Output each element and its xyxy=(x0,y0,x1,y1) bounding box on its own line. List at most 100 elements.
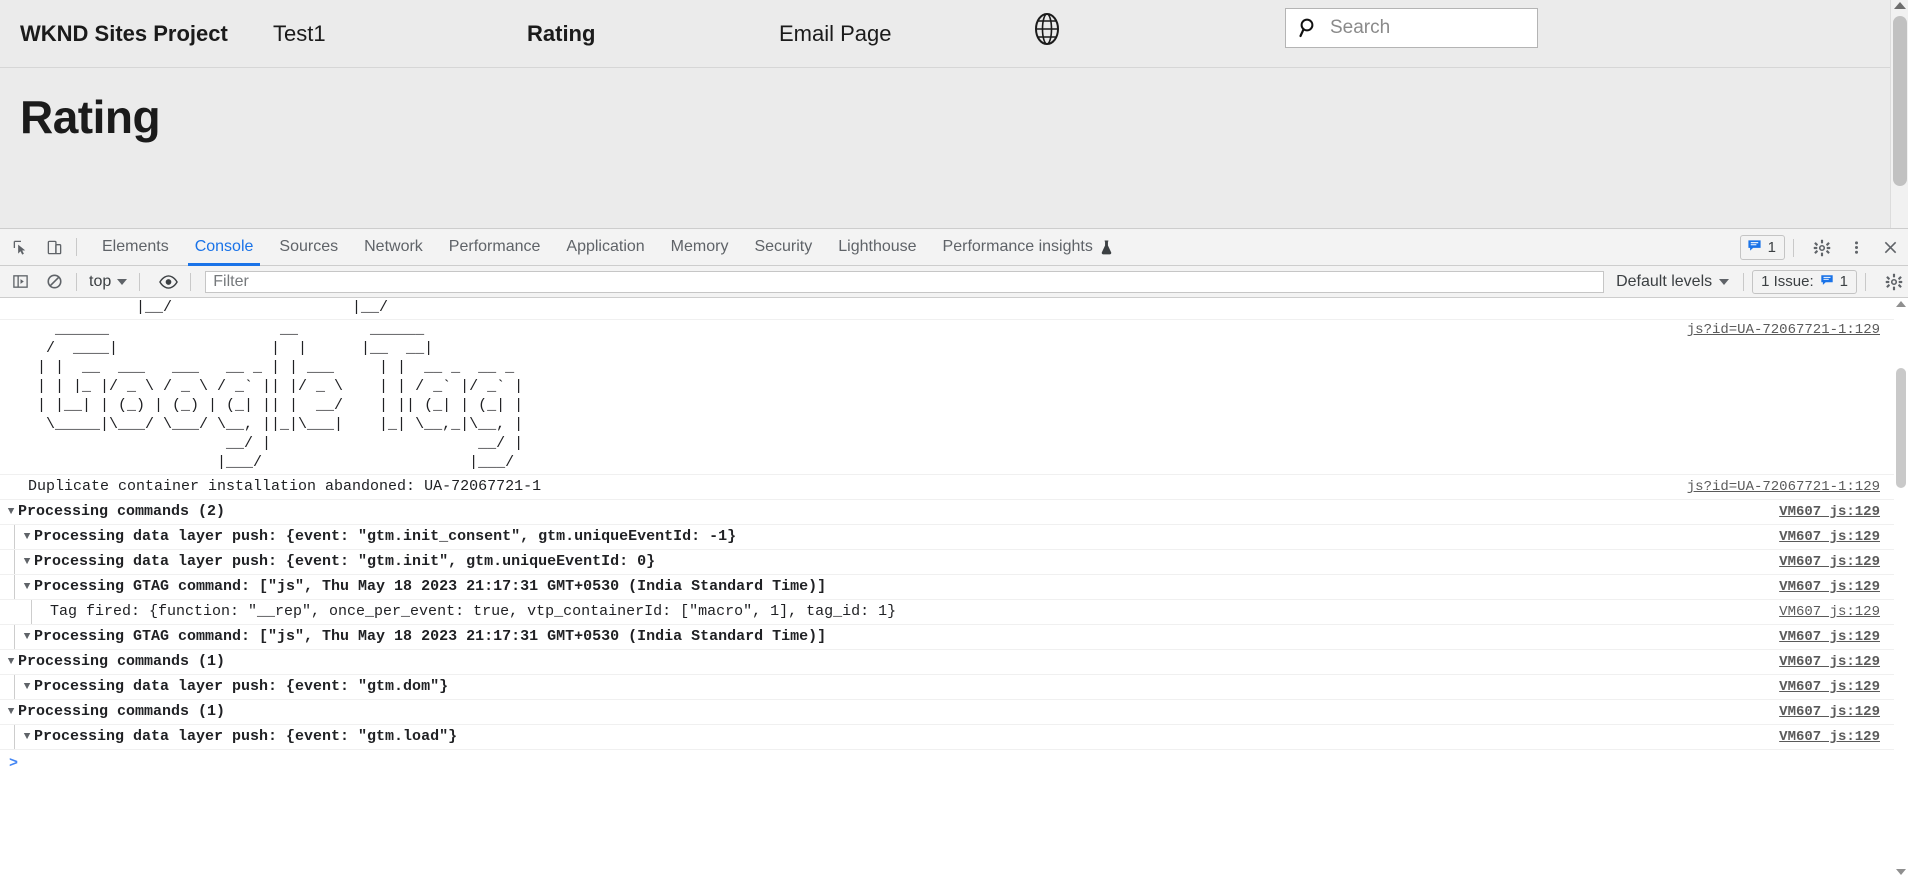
console-group-row[interactable]: ▼ Processing commands (1) VM607 js:129 xyxy=(0,650,1894,675)
ascii-continuation-text: |__/ |__/ xyxy=(28,299,389,316)
device-toolbar-icon[interactable] xyxy=(40,233,68,261)
console-group-row[interactable]: ▼ Processing commands (1) VM607 js:129 xyxy=(0,700,1894,725)
tab-elements[interactable]: Elements xyxy=(89,229,182,266)
issues-badge-button[interactable]: 1 xyxy=(1739,235,1785,260)
console-group-row[interactable]: ▼ Processing data layer push: {event: "g… xyxy=(0,525,1894,550)
site-search-box[interactable] xyxy=(1285,8,1538,48)
console-group-row[interactable]: ▼ Processing data layer push: {event: "g… xyxy=(0,675,1894,700)
console-toolbar-divider-4 xyxy=(1743,272,1745,291)
issues-message-icon xyxy=(1820,273,1834,291)
console-prompt-row[interactable]: > xyxy=(0,750,1894,776)
console-ascii-continuation-row: |__/ |__/ xyxy=(0,298,1894,320)
tab-performance-insights[interactable]: Performance insights xyxy=(930,229,1126,266)
disclosure-triangle-icon[interactable]: ▼ xyxy=(20,552,34,572)
search-icon xyxy=(1298,17,1320,39)
console-issues-button[interactable]: 1 Issue: 1 xyxy=(1752,269,1857,294)
devtools-tabbar-right: 1 xyxy=(1739,229,1904,266)
chevron-down-icon xyxy=(1719,278,1730,285)
console-context-selector[interactable]: top xyxy=(85,273,131,291)
page-scrollbar[interactable] xyxy=(1890,0,1908,228)
tab-console[interactable]: Console xyxy=(182,229,267,266)
disclosure-triangle-icon[interactable]: ▼ xyxy=(20,677,34,697)
tab-performance[interactable]: Performance xyxy=(436,229,554,266)
console-issues-label: 1 Issue: xyxy=(1761,273,1814,290)
console-settings-gear-icon[interactable] xyxy=(1880,268,1908,296)
disclosure-triangle-icon[interactable]: ▼ xyxy=(4,702,18,722)
inspect-element-icon[interactable] xyxy=(6,233,34,261)
console-group-row[interactable]: ▼ Processing GTAG command: ["js", Thu Ma… xyxy=(0,575,1894,600)
page-scrollbar-thumb[interactable] xyxy=(1893,16,1907,186)
nav-item-rating[interactable]: Rating xyxy=(527,21,595,47)
console-source-link[interactable]: js?id=UA-72067721-1:129 xyxy=(1687,322,1880,338)
group-indent-bar xyxy=(31,600,32,624)
page-scroll-up-arrow-icon[interactable] xyxy=(1894,2,1906,9)
tab-security[interactable]: Security xyxy=(741,229,825,266)
disclosure-triangle-icon[interactable]: ▼ xyxy=(20,727,34,747)
console-source-link[interactable]: VM607 js:129 xyxy=(1779,552,1880,572)
disclosure-triangle-icon[interactable]: ▼ xyxy=(20,577,34,597)
console-prompt-caret-icon: > xyxy=(9,754,19,772)
console-source-link[interactable]: VM607 js:129 xyxy=(1779,677,1880,697)
page-title: Rating xyxy=(20,91,161,143)
google-tag-ascii-art: ______ __ ______ / ____| | | |__ __| | |… xyxy=(37,321,524,471)
nav-item-wknd-sites-project[interactable]: WKND Sites Project xyxy=(20,21,228,47)
devtools-panel: Elements Console Sources Network Perform… xyxy=(0,228,1908,878)
group-indent-bar xyxy=(14,575,15,599)
console-source-link[interactable]: VM607 js:129 xyxy=(1779,727,1880,747)
nav-item-test1[interactable]: Test1 xyxy=(273,21,326,47)
clear-console-icon[interactable] xyxy=(40,268,68,296)
console-source-link[interactable]: VM607 js:129 xyxy=(1779,527,1880,547)
console-scroll-down-arrow-icon[interactable] xyxy=(1896,869,1906,875)
console-source-link[interactable]: VM607 js:129 xyxy=(1779,602,1880,622)
disclosure-triangle-icon[interactable]: ▼ xyxy=(20,627,34,647)
tab-application[interactable]: Application xyxy=(553,229,657,266)
console-scrollbar[interactable] xyxy=(1894,298,1908,878)
search-input[interactable] xyxy=(1330,17,1530,39)
live-expression-eye-icon[interactable] xyxy=(154,268,182,296)
console-scrollbar-thumb[interactable] xyxy=(1896,368,1906,488)
console-message-text: Processing commands (1) xyxy=(18,653,226,670)
console-group-row[interactable]: ▼ Processing data layer push: {event: "g… xyxy=(0,550,1894,575)
console-scroll-up-arrow-icon[interactable] xyxy=(1896,301,1906,307)
close-icon[interactable] xyxy=(1876,234,1904,262)
console-toolbar-divider-3 xyxy=(190,272,192,291)
console-source-link[interactable]: VM607 js:129 xyxy=(1779,627,1880,647)
console-source-link[interactable]: VM607 js:129 xyxy=(1779,577,1880,597)
nav-item-email-page[interactable]: Email Page xyxy=(779,21,892,47)
console-source-link[interactable]: js?id=UA-72067721-1:129 xyxy=(1687,477,1880,497)
globe-icon[interactable] xyxy=(1030,12,1064,46)
disclosure-triangle-icon[interactable]: ▼ xyxy=(20,527,34,547)
console-toolbar-divider-2 xyxy=(139,272,141,291)
group-indent-bar xyxy=(14,675,15,699)
console-message-row: Duplicate container installation abandon… xyxy=(0,475,1894,500)
tab-sources[interactable]: Sources xyxy=(266,229,351,266)
tab-lighthouse[interactable]: Lighthouse xyxy=(825,229,929,266)
console-message-text: Processing data layer push: {event: "gtm… xyxy=(34,553,656,570)
group-indent-bar xyxy=(14,550,15,574)
gear-icon[interactable] xyxy=(1808,234,1836,262)
console-source-link[interactable]: VM607 js:129 xyxy=(1779,702,1880,722)
disclosure-triangle-icon[interactable]: ▼ xyxy=(4,502,18,522)
console-sidebar-icon[interactable] xyxy=(6,268,34,296)
console-message-text: Processing data layer push: {event: "gtm… xyxy=(34,528,737,545)
tab-memory[interactable]: Memory xyxy=(658,229,742,266)
console-ascii-banner-row: ______ __ ______ / ____| | | |__ __| | |… xyxy=(0,320,1894,475)
console-group-row[interactable]: ▼ Processing commands (2) VM607 js:129 xyxy=(0,500,1894,525)
issues-badge-count: 1 xyxy=(1767,239,1776,256)
tab-network[interactable]: Network xyxy=(351,229,436,266)
console-toolbar-divider-5 xyxy=(1865,272,1866,291)
console-message-text: Processing data layer push: {event: "gtm… xyxy=(34,678,449,695)
console-toolbar-divider-1 xyxy=(76,272,77,291)
console-filter-input[interactable] xyxy=(205,270,1605,293)
group-indent-bar xyxy=(14,725,15,749)
console-group-row[interactable]: ▼ Processing GTAG command: ["js", Thu Ma… xyxy=(0,625,1894,650)
console-levels-selector[interactable]: Default levels xyxy=(1610,273,1735,291)
kebab-menu-icon[interactable] xyxy=(1842,234,1870,262)
console-message-text: Tag fired: {function: "__rep", once_per_… xyxy=(50,603,897,620)
issues-message-icon xyxy=(1747,238,1762,258)
console-source-link[interactable]: VM607 js:129 xyxy=(1779,652,1880,672)
console-group-row[interactable]: ▼ Processing data layer push: {event: "g… xyxy=(0,725,1894,750)
disclosure-triangle-icon[interactable]: ▼ xyxy=(4,652,18,672)
console-source-link[interactable]: VM607 js:129 xyxy=(1779,502,1880,522)
flask-icon xyxy=(1100,239,1113,255)
